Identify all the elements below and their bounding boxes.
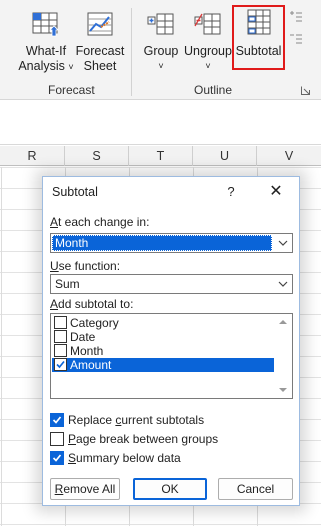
- show-detail-icon[interactable]: [289, 10, 303, 24]
- function-label: Use function:: [50, 259, 120, 273]
- checkbox-box[interactable]: [50, 413, 64, 427]
- change-in-value: Month: [52, 235, 272, 251]
- function-value: Sum: [55, 277, 80, 291]
- whatif-analysis-button[interactable]: What-If Analysis ˅: [15, 10, 77, 78]
- column-header[interactable]: S: [65, 146, 129, 166]
- checkmark-icon: [52, 416, 62, 424]
- highlight-box: [232, 5, 285, 70]
- list-item-label: Month: [70, 344, 104, 358]
- list-item-label: Amount: [70, 358, 112, 372]
- ungroup-icon: [194, 13, 221, 35]
- column-headers: R S T U V: [0, 146, 321, 166]
- dialog-title: Subtotal: [52, 185, 98, 199]
- whatif-label-line1: What-If: [25, 44, 67, 58]
- list-item[interactable]: Amount: [52, 358, 274, 372]
- forecast-group-label: Forecast: [48, 83, 95, 97]
- forecast-sheet-button[interactable]: Forecast Sheet: [74, 10, 126, 78]
- replace-subtotals-label: Replace current subtotals: [68, 413, 205, 427]
- forecast-sheet-icon: [87, 12, 113, 36]
- checkmark-icon: [56, 360, 65, 369]
- function-label-accel: U: [50, 259, 59, 273]
- chevron-down-icon: ˅: [68, 62, 74, 72]
- add-subtotal-label: Add subtotal to:: [50, 297, 133, 311]
- field-checkbox[interactable]: [54, 316, 67, 329]
- ok-button[interactable]: OK: [133, 478, 207, 500]
- whatif-label-line2: Analysis: [18, 59, 65, 73]
- scroll-up-icon[interactable]: [278, 317, 288, 327]
- cancel-button[interactable]: Cancel: [218, 478, 293, 500]
- checkmark-icon: [52, 454, 62, 462]
- group-icon: [147, 13, 174, 35]
- field-checkbox[interactable]: [54, 330, 67, 343]
- field-checkbox[interactable]: [54, 358, 67, 371]
- outline-group-label: Outline: [194, 83, 233, 97]
- remove-all-button[interactable]: Remove All: [50, 478, 120, 500]
- forecast-label-line1: Forecast: [75, 44, 125, 58]
- page-break-label: Page break between groups: [68, 432, 219, 446]
- checkbox-box[interactable]: [50, 451, 64, 465]
- change-in-select[interactable]: Month: [50, 233, 293, 253]
- column-header[interactable]: V: [257, 146, 321, 166]
- change-label: At each change in:: [50, 215, 149, 229]
- chevron-down-icon: ˅: [205, 61, 211, 71]
- function-label-text: se function:: [58, 259, 121, 273]
- formula-area: [0, 101, 321, 145]
- ribbon: What-If Analysis ˅ Forecast Sheet Foreca…: [0, 0, 321, 100]
- chevron-down-icon: [278, 281, 288, 287]
- close-button[interactable]: ✕: [265, 182, 287, 202]
- column-header[interactable]: U: [193, 146, 257, 166]
- chevron-down-icon: ˅: [158, 61, 164, 71]
- list-item[interactable]: Date: [52, 330, 274, 344]
- forecast-label-line2: Sheet: [83, 59, 117, 73]
- group-label: Group: [143, 44, 179, 58]
- ungroup-button[interactable]: Ungroup ˅: [182, 10, 234, 78]
- list-scrollbar[interactable]: [275, 314, 292, 398]
- list-item-label: Date: [70, 330, 96, 344]
- subtotal-fields-list[interactable]: Category Date Month Amount: [50, 313, 293, 399]
- list-item[interactable]: Month: [52, 344, 274, 358]
- summary-below-label: Summary below data: [68, 451, 181, 465]
- column-header[interactable]: T: [129, 146, 193, 166]
- whatif-analysis-icon: [32, 12, 59, 37]
- add-label-text: dd subtotal to:: [58, 297, 134, 311]
- change-label-text: t each change in:: [58, 215, 150, 229]
- dialog-launcher-icon[interactable]: [301, 86, 310, 95]
- add-label-accel: A: [50, 297, 59, 311]
- scroll-down-icon[interactable]: [278, 385, 288, 395]
- group-button[interactable]: Group ˅: [140, 10, 182, 78]
- list-item-label: Category: [70, 316, 119, 330]
- checkbox-box[interactable]: [50, 432, 64, 446]
- list-item[interactable]: Category: [52, 316, 274, 330]
- help-button[interactable]: ?: [223, 182, 239, 202]
- ribbon-separator: [131, 8, 132, 96]
- function-select[interactable]: Sum: [50, 274, 293, 294]
- chevron-down-icon: [278, 240, 288, 246]
- hide-detail-icon[interactable]: [289, 32, 303, 46]
- ungroup-label: Ungroup: [184, 44, 232, 58]
- subtotal-dialog: Subtotal ? ✕ At each change in: Month Us…: [42, 176, 300, 506]
- change-label-accel: A: [50, 215, 59, 229]
- field-checkbox[interactable]: [54, 344, 67, 357]
- column-header[interactable]: R: [0, 146, 65, 166]
- dialog-titlebar[interactable]: Subtotal ? ✕: [43, 177, 299, 207]
